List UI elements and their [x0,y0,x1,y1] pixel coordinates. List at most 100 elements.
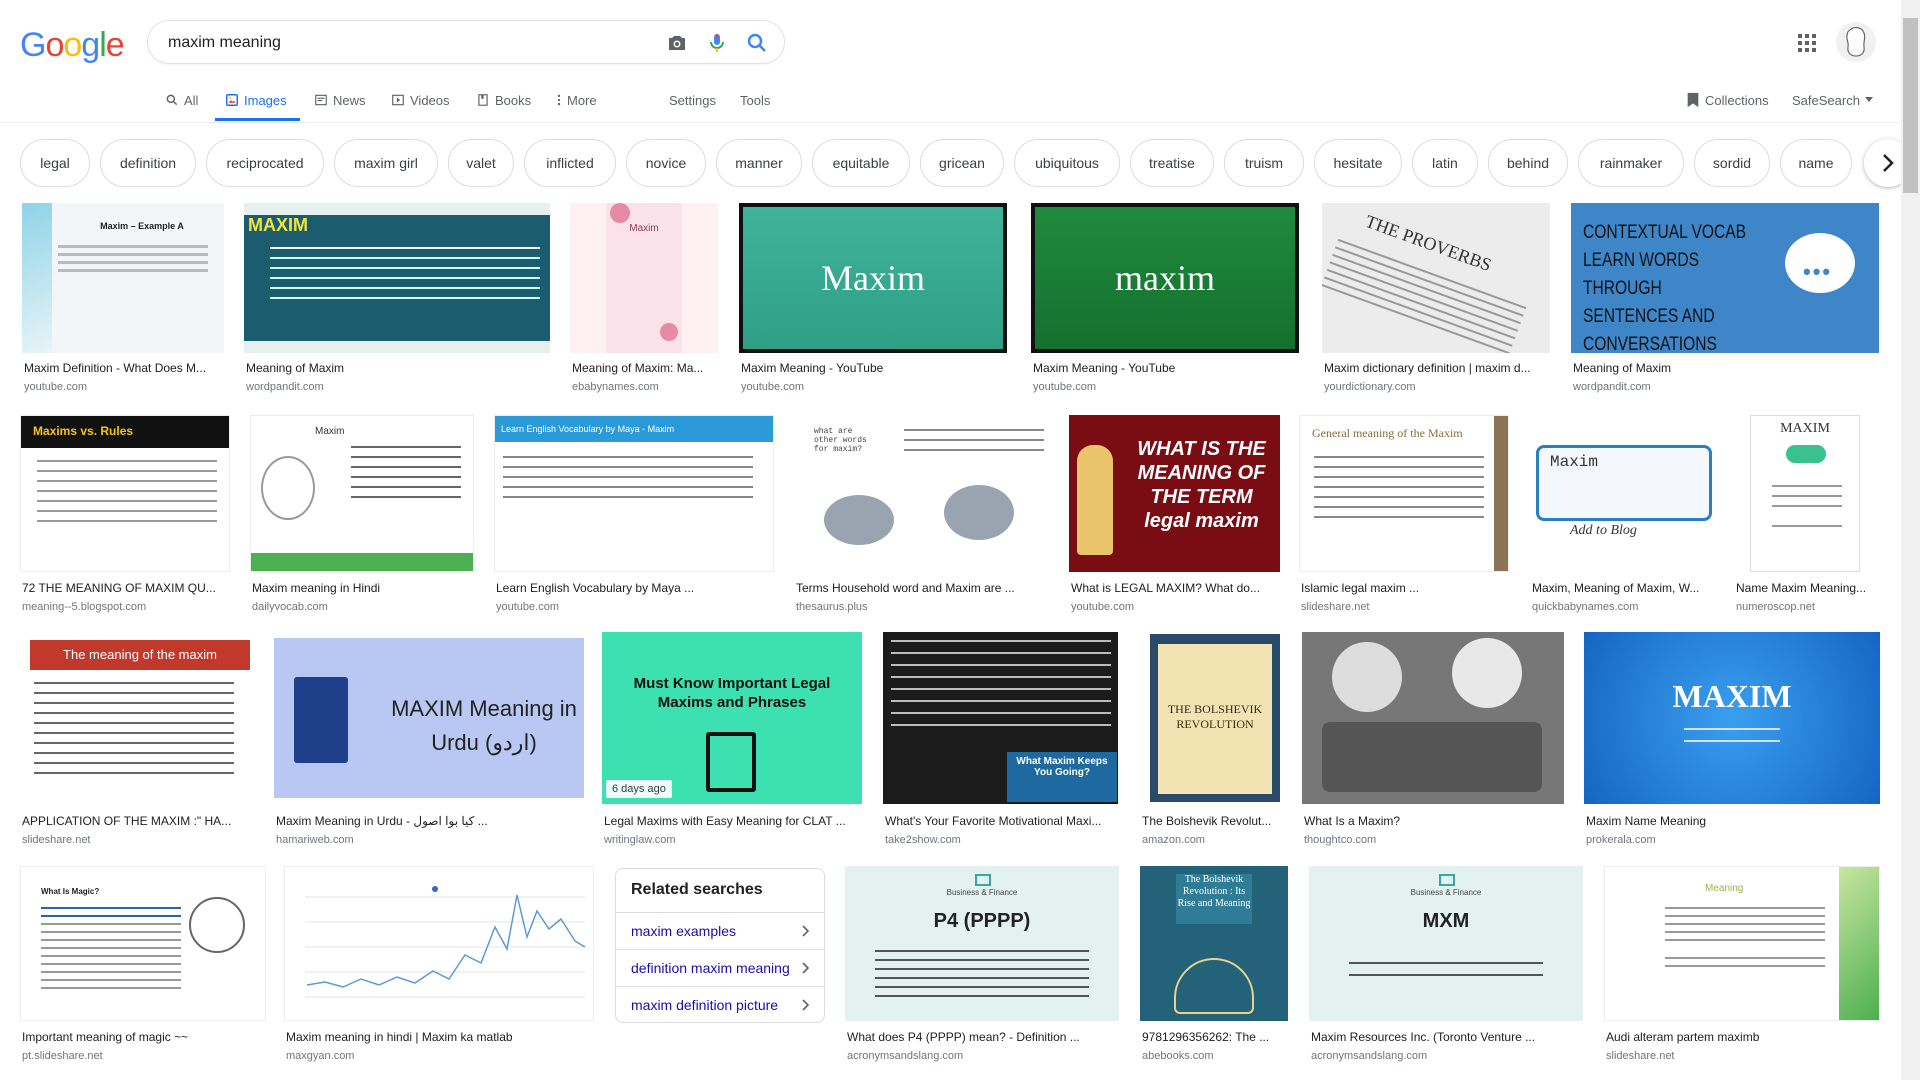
chip[interactable]: reciprocated [206,139,324,187]
chip[interactable]: equitable [812,139,910,187]
image-result[interactable]: Maxims vs. Rules 72 THE MEANING OF MAXIM… [20,415,230,615]
tab-settings-label: Settings [669,92,716,108]
image-result[interactable]: Meaning Audi alteram partem maximb slide… [1604,866,1880,1066]
result-source: wordpandit.com [1573,381,1651,393]
image-result[interactable]: Maxim Maxim meaning in Hindi dailyvocab.… [250,415,474,615]
image-result[interactable]: The Bolshevik Revolution : Its Rise and … [1140,866,1288,1066]
chip[interactable]: truism [1224,139,1304,187]
image-result[interactable]: MAXIM Name Maxim Meaning... numeroscop.n… [1734,415,1880,615]
tab-more[interactable]: More [556,90,597,110]
result-source: dailyvocab.com [252,601,328,613]
image-result[interactable]: Maxim Maxim Meaning - YouTube youtube.co… [739,203,1007,393]
chip[interactable]: gricean [920,139,1004,187]
tab-books[interactable]: Books [476,90,531,110]
tab-tools[interactable]: Tools [740,90,770,110]
image-result[interactable]: Business & Finance MXM Maxim Resources I… [1309,866,1583,1066]
result-title: Maxim dictionary definition | maxim d... [1324,361,1531,375]
result-title: Legal Maxims with Easy Meaning for CLAT … [604,814,846,828]
apps-grid-icon[interactable] [1795,31,1819,55]
chip[interactable]: novice [626,139,706,187]
image-result[interactable]: Learn English Vocabulary by Maya - Maxim… [494,415,774,615]
chip[interactable]: rainmaker [1578,139,1684,187]
tab-news[interactable]: News [314,90,366,110]
chip[interactable]: manner [716,139,802,187]
image-result[interactable]: MAXIM Meaning in Urdu (اردو) Maxim Meani… [274,632,584,847]
result-source: youtube.com [24,381,87,393]
chip[interactable]: definition [100,139,196,187]
image-result[interactable]: Maxim Meaning of Maxim: Ma... ebabynames… [570,203,718,393]
result-title: Islamic legal maxim ... [1301,581,1420,595]
image-result[interactable]: MAXIM Maxim Name Meaning prokerala.com [1584,632,1880,847]
image-result[interactable]: MAXIM Meaning of Maxim wordpandit.com [244,203,550,393]
search-input[interactable] [166,31,630,55]
result-thumbnail: Business & Finance P4 (PPPP) [845,866,1119,1021]
image-result[interactable]: What Maxim Keeps You Going? What's Your … [883,632,1118,847]
tab-videos[interactable]: Videos [391,90,450,110]
safesearch-label: SafeSearch [1792,92,1860,108]
result-thumbnail: MAXIM [244,203,550,353]
related-search-item[interactable]: maxim examples [616,912,824,948]
result-thumbnail: Maxim [570,203,718,353]
result-title: Maxim meaning in hindi | Maxim ka matlab [286,1030,513,1044]
tab-images[interactable]: Images [225,90,287,110]
result-thumbnail: The Bolshevik Revolution : Its Rise and … [1140,866,1288,1021]
result-title: What does P4 (PPPP) mean? - Definition .… [847,1030,1080,1044]
result-thumbnail: Maxims vs. Rules [20,415,230,572]
image-result[interactable]: What Is a Maxim? thoughtco.com [1302,632,1564,847]
tab-videos-label: Videos [410,92,450,108]
related-search-item[interactable]: maxim definition picture [616,986,824,1022]
tab-settings[interactable]: Settings [669,90,716,110]
image-result[interactable]: Business & Finance P4 (PPPP) What does P… [845,866,1119,1066]
image-result[interactable]: what are other words for maxim? Terms Ho… [794,415,1050,615]
search-icon[interactable] [745,31,769,55]
chip[interactable]: sordid [1694,139,1770,187]
chip[interactable]: treatise [1130,139,1214,187]
image-result[interactable]: THE BOLSHEVIK REVOLUTION The Bolshevik R… [1140,632,1290,847]
image-result[interactable]: CONTEXTUAL VOCAB LEARN WORDS THROUGH SEN… [1571,203,1879,393]
chip[interactable]: behind [1488,139,1568,187]
image-result[interactable]: Maxim Add to Blog Maxim, Meaning of Maxi… [1530,415,1714,615]
chip[interactable]: hesitate [1314,139,1402,187]
chip[interactable]: inflicted [524,139,616,187]
age-badge: 6 days ago [606,780,672,798]
chip[interactable]: name [1780,139,1852,187]
avatar[interactable] [1836,22,1876,62]
result-thumbnail: What Maxim Keeps You Going? [883,632,1118,804]
safesearch-button[interactable]: SafeSearch [1792,90,1873,110]
image-result[interactable]: Maxim – Example A Maxim Definition - Wha… [22,203,224,393]
result-thumbnail: Business & Finance MXM [1309,866,1583,1021]
image-result[interactable]: What Is Magic? Important meaning of magi… [20,866,266,1066]
collections-button[interactable]: Collections [1686,90,1769,110]
chip[interactable]: latin [1412,139,1478,187]
result-title: Maxim Meaning in Urdu - كيا بوا اصول ... [276,814,488,828]
image-result[interactable]: The meaning of the maxim APPLICATION OF … [20,632,254,847]
image-result[interactable]: Must Know Important Legal Maxims and Phr… [602,632,862,847]
chip[interactable]: valet [448,139,514,187]
dropdown-arrow-icon [1864,97,1873,102]
result-title: Name Maxim Meaning... [1736,581,1867,595]
result-thumbnail: What Is Magic? [20,866,266,1021]
result-thumbnail: General meaning of the Maxim [1299,415,1509,572]
image-result[interactable]: Maxim meaning in hindi | Maxim ka matlab… [284,866,594,1066]
result-thumbnail: Maxim [739,203,1007,353]
microphone-icon[interactable] [705,31,729,55]
related-search-item[interactable]: definition maxim meaning [616,949,824,985]
result-title: The Bolshevik Revolut... [1142,814,1272,828]
google-logo[interactable]: Google [20,26,125,65]
image-result[interactable]: maxim Maxim Meaning - YouTube youtube.co… [1031,203,1299,393]
result-source: slideshare.net [1301,601,1370,613]
scrollbar-thumb[interactable] [1903,18,1918,193]
result-thumbnail: MAXIM Meaning in Urdu (اردو) [274,632,584,804]
more-vertical-icon [557,94,561,106]
result-thumbnail: Maxim [250,415,474,572]
chip[interactable]: legal [20,139,90,187]
header-divider [0,122,1900,123]
image-result[interactable]: THE PROVERBS Maxim dictionary definition… [1322,203,1550,393]
result-title: Maxim Meaning - YouTube [1033,361,1176,375]
chip[interactable]: ubiquitous [1014,139,1120,187]
image-result[interactable]: General meaning of the Maxim Islamic leg… [1299,415,1509,615]
camera-icon[interactable] [665,31,689,55]
tab-all[interactable]: All [165,90,198,110]
chip[interactable]: maxim girl [334,139,438,187]
image-result[interactable]: WHAT IS THE MEANING OF THE TERM legal ma… [1069,415,1280,615]
